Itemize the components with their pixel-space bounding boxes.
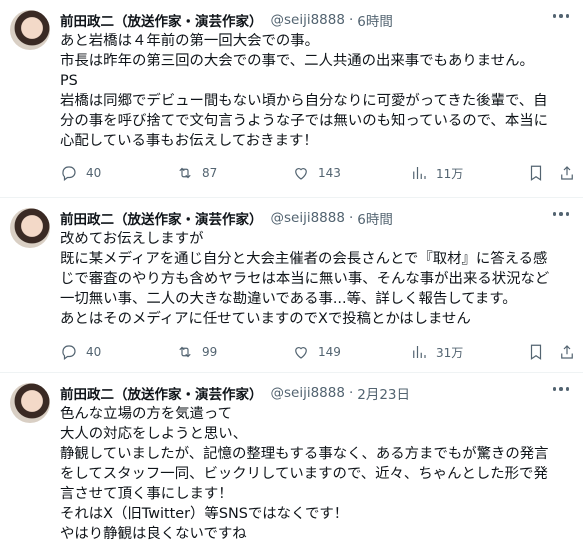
views-button[interactable]: 11万	[410, 164, 463, 182]
action-bar: 40 99 149 31万	[60, 343, 583, 363]
analytics-icon	[413, 346, 426, 358]
share-button[interactable]	[558, 164, 576, 182]
heart-icon	[295, 168, 307, 180]
retweet-count: 99	[202, 345, 218, 359]
avatar[interactable]	[10, 10, 50, 50]
tweet-text: あと岩橋は４年前の第一回大会での事。 市長は昨年の第三回の大会での事で、二人共通…	[60, 31, 575, 151]
tweet-text-line: 岩橋は同郷でデビュー間もない頃から自分なりに可愛がってきた後輩で、自	[60, 93, 548, 109]
like-count: 143	[318, 166, 341, 180]
tweet-header: 前田政二（放送作家・演芸作家） @seiji8888 · 6時間	[60, 10, 393, 30]
tweet-text-line: 言させて頂く事にします！	[60, 486, 233, 502]
separator-dot: ·	[348, 385, 354, 401]
tweet[interactable]: 前田政二（放送作家・演芸作家） @seiji8888 · 6時間 あと岩橋は４年…	[0, 0, 583, 198]
more-options-icon[interactable]	[552, 212, 569, 216]
tweet-text-line: をしてスタッフ一同、ビックリしていますので、近々、ちゃんとした形で発	[60, 466, 548, 482]
separator-dot: ·	[348, 12, 354, 28]
tweet-text-line: 改めてお伝えしますが	[60, 231, 204, 247]
tweet-text-line: 市長は昨年の第三回の大会での事で、二人共通の出来事でもありません。	[60, 53, 534, 69]
tweet-text-line: 一切無い事、二人の大きな勘違いである事...等、詳しく報告してます。	[60, 291, 517, 307]
timestamp[interactable]: 2月23日	[357, 383, 410, 403]
like-button[interactable]: 143	[292, 164, 341, 182]
tweet-text: 色んな立場の方を気遣って 大人の対応をしようと思い、 静観していましたが、記憶の…	[60, 404, 575, 544]
tweet-text-line: 心配している事もお伝えしておきます！	[60, 133, 318, 149]
like-button[interactable]: 149	[292, 343, 341, 361]
author-name[interactable]: 前田政二（放送作家・演芸作家）	[60, 383, 263, 403]
analytics-icon	[413, 167, 426, 179]
reply-icon	[62, 345, 76, 360]
like-count: 149	[318, 345, 341, 359]
author-name[interactable]: 前田政二（放送作家・演芸作家）	[60, 208, 263, 228]
tweet-text-line: 既に某メディアを通じ自分と大会主催者の会長さんとで『取材』に答える感	[60, 251, 548, 267]
retweet-button[interactable]: 87	[176, 164, 217, 182]
tweet-text-line: じで審査のやり方も含めヤラセは本当に無い事、そんな事が出来る状況など	[60, 271, 550, 287]
view-count: 11万	[436, 166, 464, 181]
tweet-text-line: PS	[60, 73, 78, 89]
action-bar: 40 87 143 11万	[60, 164, 583, 184]
reply-button[interactable]: 40	[60, 164, 101, 182]
tweet-text-line: 分の事を呼び捨てで文句言うような子では無いのも知っているので、本当に	[60, 113, 548, 129]
timestamp[interactable]: 6時間	[357, 208, 393, 228]
share-button[interactable]	[558, 343, 576, 361]
share-icon	[561, 345, 573, 359]
author-handle[interactable]: @seiji8888	[271, 210, 345, 226]
tweet-header: 前田政二（放送作家・演芸作家） @seiji8888 · 6時間	[60, 208, 393, 228]
tweet-text-line: 大人の対応をしようと思い、	[60, 426, 248, 442]
reply-count: 40	[86, 345, 102, 359]
tweet-text-line: あと岩橋は４年前の第一回大会での事。	[60, 33, 320, 49]
view-count: 31万	[436, 345, 464, 360]
retweet-icon	[179, 167, 191, 179]
more-options-icon[interactable]	[552, 387, 569, 391]
reply-button[interactable]: 40	[60, 343, 101, 361]
reply-count: 40	[86, 166, 102, 180]
share-icon	[561, 166, 573, 180]
bookmark-icon	[530, 165, 542, 181]
author-name[interactable]: 前田政二（放送作家・演芸作家）	[60, 10, 263, 30]
tweet-text-line: あとはそのメディアに任せていますのでXで投稿とかはしません	[60, 311, 471, 327]
tweet[interactable]: 前田政二（放送作家・演芸作家） @seiji8888 · 6時間 改めてお伝えし…	[0, 198, 583, 373]
tweet-text: 改めてお伝えしますが 既に某メディアを通じ自分と大会主催者の会長さんとで『取材』…	[60, 229, 575, 329]
author-handle[interactable]: @seiji8888	[271, 385, 345, 401]
retweet-count: 87	[202, 166, 218, 180]
retweet-button[interactable]: 99	[176, 343, 217, 361]
avatar[interactable]	[10, 383, 50, 423]
tweet-text-line: やはり静観は良くないですね	[60, 526, 247, 542]
timestamp[interactable]: 6時間	[357, 10, 393, 30]
bookmark-button[interactable]	[527, 343, 545, 361]
tweet-header: 前田政二（放送作家・演芸作家） @seiji8888 · 2月23日	[60, 383, 410, 403]
views-button[interactable]: 31万	[410, 343, 463, 361]
avatar[interactable]	[10, 208, 50, 248]
tweet-text-line: 色んな立場の方を気遣って	[60, 406, 232, 422]
bookmark-icon	[530, 344, 542, 360]
tweet[interactable]: 前田政二（放送作家・演芸作家） @seiji8888 · 2月23日 色んな立場…	[0, 373, 583, 547]
more-options-icon[interactable]	[552, 14, 569, 18]
author-handle[interactable]: @seiji8888	[271, 12, 345, 28]
reply-icon	[62, 166, 76, 181]
tweet-text-line: 静観していましたが、記憶の整理もする事なく、ある方までもが驚きの発言	[60, 446, 549, 462]
retweet-icon	[179, 346, 191, 358]
bookmark-button[interactable]	[527, 164, 545, 182]
tweet-text-line: それはX（旧Twitter）等SNSではなくです！	[60, 506, 349, 522]
heart-icon	[295, 347, 307, 359]
separator-dot: ·	[348, 210, 354, 226]
